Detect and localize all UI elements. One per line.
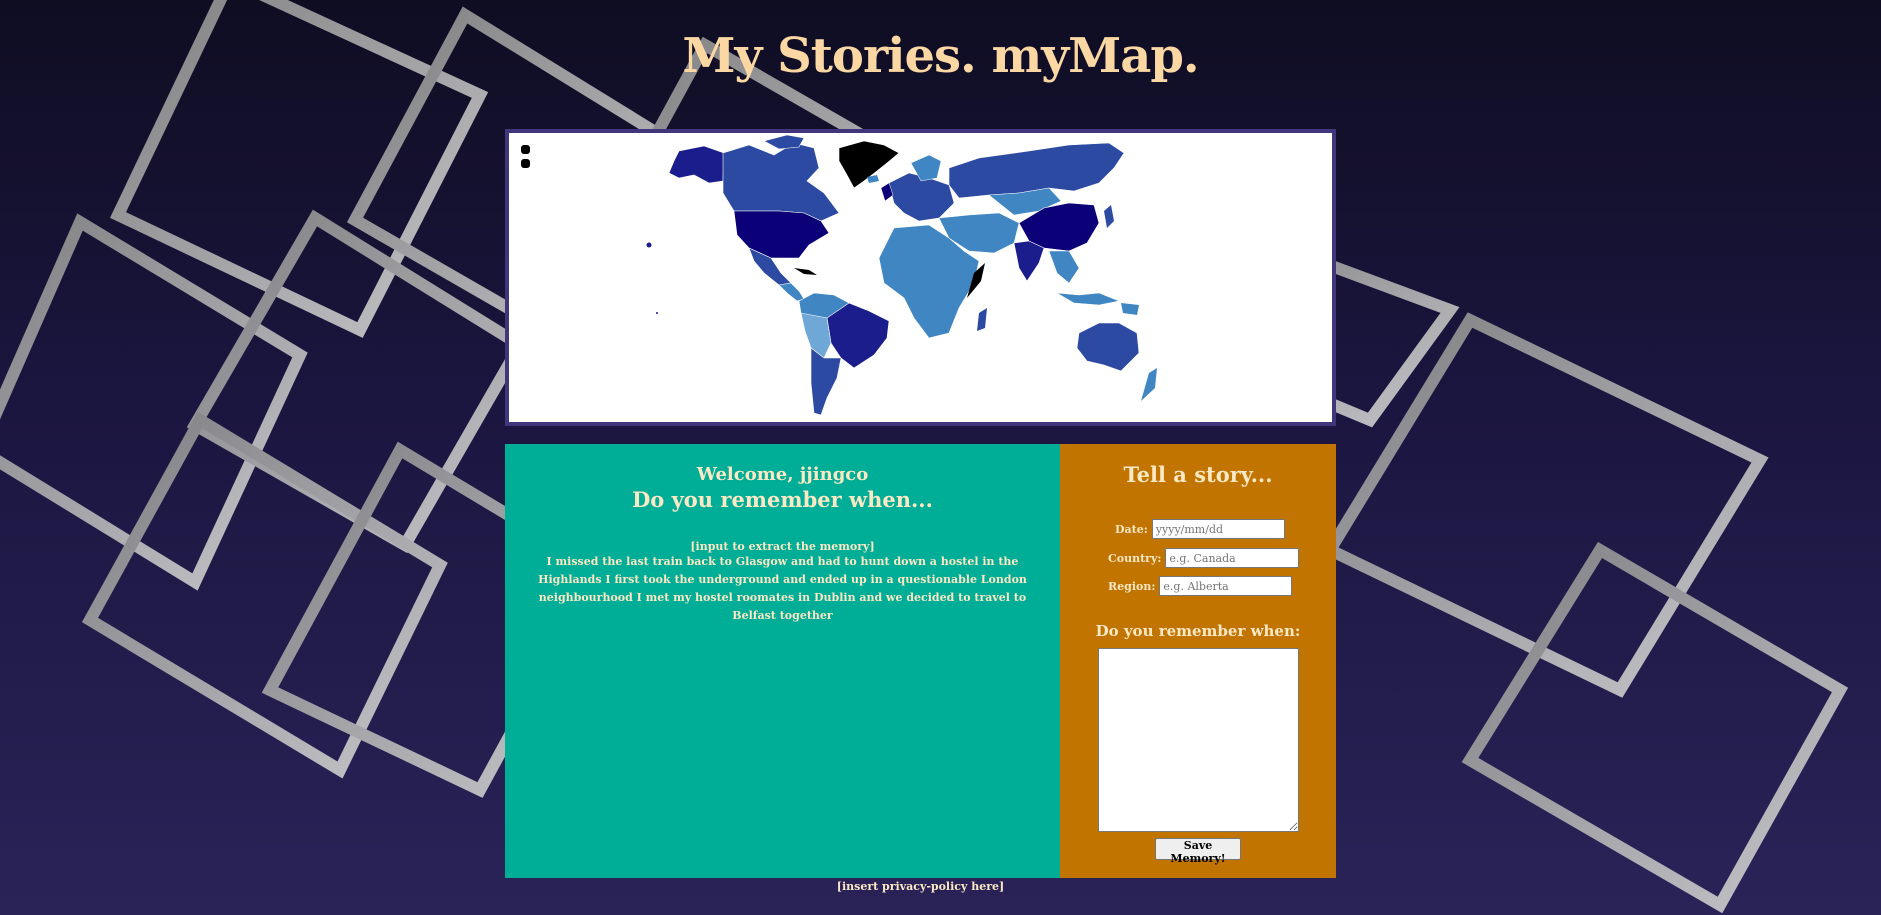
country-central-america[interactable]	[778, 282, 805, 302]
country-canada-islands[interactable]	[763, 134, 805, 150]
memory-hint: [input to extract the memory]	[690, 540, 875, 553]
date-field[interactable]	[1151, 519, 1285, 539]
date-label: Date:	[1115, 522, 1148, 536]
country-row: Country:	[1108, 548, 1300, 568]
country-indonesia[interactable]	[1056, 292, 1120, 306]
country-canada[interactable]	[722, 142, 840, 222]
form-title: Tell a story...	[1123, 462, 1273, 487]
country-australia[interactable]	[1076, 322, 1140, 372]
welcome-message: Welcome, jjingco	[696, 464, 869, 485]
country-cuba[interactable]	[794, 268, 817, 275]
country-new-zealand[interactable]	[1141, 368, 1157, 401]
memory-textarea[interactable]	[1098, 648, 1299, 832]
region-row: Region:	[1108, 576, 1293, 596]
region-label: Region:	[1108, 579, 1156, 593]
story-form: Tell a story... Date: Country: Region: D…	[1060, 444, 1336, 878]
country-madagascar[interactable]	[977, 308, 987, 331]
privacy-policy-link[interactable]: [insert privacy-policy here]	[505, 880, 1336, 893]
remember-heading: Do you remember when...	[632, 487, 933, 512]
country-japan[interactable]	[1104, 205, 1114, 228]
page-title: My Stories. myMap.	[682, 28, 1199, 84]
country-usa[interactable]	[733, 210, 830, 259]
country-peru-bolivia[interactable]	[800, 312, 832, 359]
world-map-svg	[646, 134, 1157, 416]
story-panel: Welcome, jjingco Do you remember when...…	[505, 444, 1060, 878]
country-field[interactable]	[1165, 548, 1300, 568]
country-papua-new-guinea[interactable]	[1121, 303, 1139, 315]
memory-list: I missed the last train back to Glasgow …	[538, 555, 1027, 622]
country-argentina-chile[interactable]	[810, 347, 842, 416]
save-memory-button[interactable]: Save Memory!	[1155, 838, 1241, 865]
date-row: Date:	[1115, 519, 1285, 539]
country-southeast-asia[interactable]	[1048, 250, 1080, 284]
region-field[interactable]	[1159, 576, 1293, 596]
remember-label: Do you remember when:	[1095, 622, 1301, 640]
country-russia[interactable]	[948, 142, 1125, 199]
country-alaska[interactable]	[668, 145, 725, 184]
country-label: Country:	[1108, 551, 1162, 565]
country-india[interactable]	[1013, 240, 1045, 282]
world-map[interactable]	[505, 129, 1336, 426]
